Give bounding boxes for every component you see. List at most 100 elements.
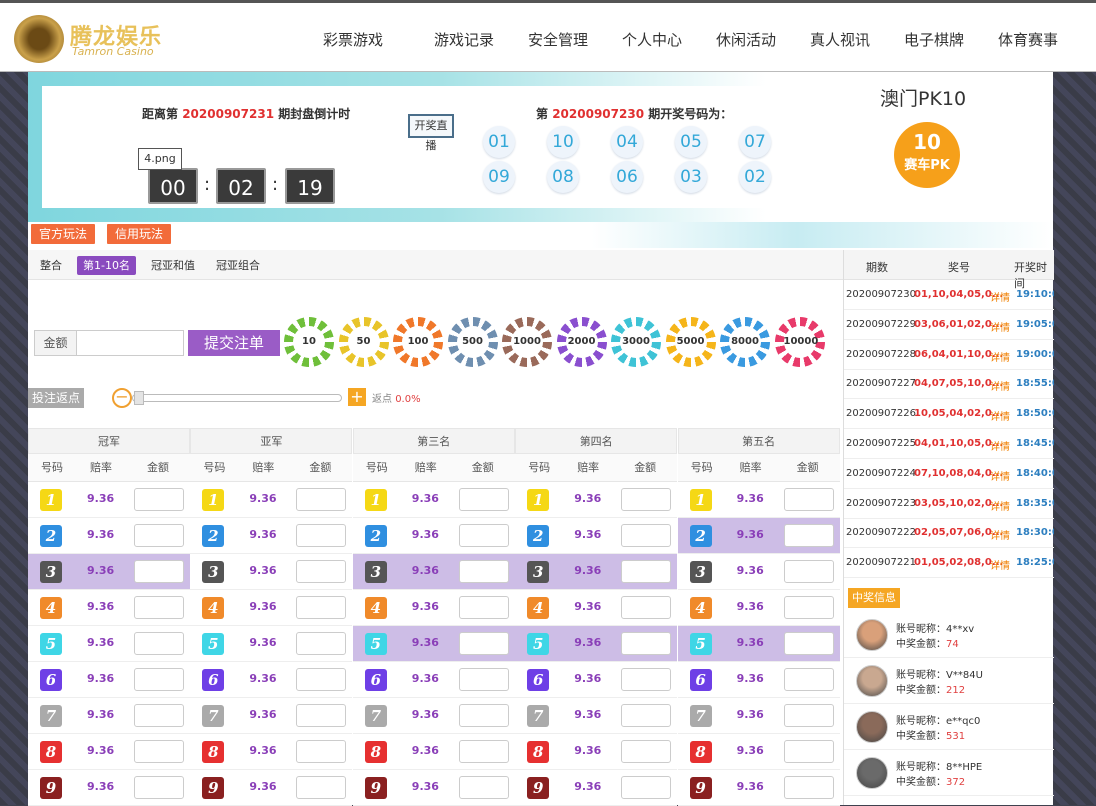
- bet-row[interactable]: 2 9.36: [515, 518, 678, 554]
- bet-amount-input[interactable]: [458, 524, 509, 547]
- nav-item-chess[interactable]: 电子棋牌: [904, 29, 964, 50]
- bet-amount-input[interactable]: [458, 740, 509, 763]
- bet-row[interactable]: 5 9.36: [515, 626, 678, 662]
- bet-amount-input[interactable]: [783, 560, 834, 583]
- bet-chip[interactable]: 5000: [665, 317, 716, 367]
- bet-row[interactable]: 5 9.36: [677, 626, 840, 662]
- bet-row[interactable]: 2 9.36: [677, 518, 840, 554]
- bet-row[interactable]: 1 9.36: [190, 482, 353, 518]
- bet-row[interactable]: 1 9.36: [677, 482, 840, 518]
- bet-row[interactable]: 4 9.36: [677, 590, 840, 626]
- bet-amount-input[interactable]: [783, 596, 834, 619]
- bet-row[interactable]: 3 9.36: [677, 554, 840, 590]
- bet-amount-input[interactable]: [296, 524, 347, 547]
- bet-row[interactable]: 8 9.36: [352, 734, 515, 770]
- submit-bet-button[interactable]: 提交注单: [188, 330, 280, 356]
- bet-chip[interactable]: 10000: [774, 317, 825, 367]
- bet-amount-input[interactable]: [134, 488, 184, 511]
- bet-amount-input[interactable]: [134, 740, 184, 763]
- bet-amount-input[interactable]: [621, 488, 672, 511]
- bet-row[interactable]: 2 9.36: [190, 518, 353, 554]
- history-detail-link[interactable]: 详情: [990, 527, 1010, 542]
- bet-row[interactable]: 1 9.36: [352, 482, 515, 518]
- bet-row[interactable]: 9 9.36: [28, 770, 190, 806]
- bet-amount-input[interactable]: [458, 488, 509, 511]
- nav-item-leisure[interactable]: 休闲活动: [716, 29, 776, 50]
- bet-row[interactable]: 3 9.36: [190, 554, 353, 590]
- bet-row[interactable]: 4 9.36: [352, 590, 515, 626]
- bet-row[interactable]: 4 9.36: [190, 590, 353, 626]
- history-detail-link[interactable]: 详情: [990, 557, 1010, 572]
- bet-row[interactable]: 4 9.36: [515, 590, 678, 626]
- bet-amount-input[interactable]: [296, 704, 347, 727]
- bet-amount-input[interactable]: [783, 488, 834, 511]
- bet-row[interactable]: 9 9.36: [677, 770, 840, 806]
- bet-amount-input[interactable]: [134, 524, 184, 547]
- slider-knob[interactable]: [134, 391, 144, 405]
- bet-amount-input[interactable]: [621, 596, 672, 619]
- bet-row[interactable]: 5 9.36: [190, 626, 353, 662]
- tab-combo[interactable]: 冠亚组合: [210, 256, 266, 275]
- bet-row[interactable]: 7 9.36: [28, 698, 190, 734]
- bet-row[interactable]: 4 9.36: [28, 590, 190, 626]
- bet-amount-input[interactable]: [783, 632, 834, 655]
- rebate-slider[interactable]: −: [112, 388, 342, 408]
- history-detail-link[interactable]: 详情: [990, 408, 1010, 423]
- bet-amount-input[interactable]: [621, 524, 672, 547]
- bet-row[interactable]: 8 9.36: [190, 734, 353, 770]
- history-detail-link[interactable]: 详情: [990, 349, 1010, 364]
- bet-amount-input[interactable]: [134, 596, 184, 619]
- bet-row[interactable]: 5 9.36: [352, 626, 515, 662]
- tab-rank-1-10[interactable]: 第1-10名: [77, 256, 136, 275]
- bet-row[interactable]: 9 9.36: [352, 770, 515, 806]
- history-detail-link[interactable]: 详情: [990, 289, 1010, 304]
- minus-icon[interactable]: −: [112, 388, 132, 408]
- slider-track[interactable]: [132, 394, 342, 402]
- bet-amount-input[interactable]: [134, 632, 184, 655]
- bet-row[interactable]: 7 9.36: [352, 698, 515, 734]
- history-detail-link[interactable]: 详情: [990, 319, 1010, 334]
- bet-row[interactable]: 2 9.36: [28, 518, 190, 554]
- brand-logo[interactable]: 腾龙娱乐 Tamron Casino: [14, 13, 164, 65]
- bet-chip[interactable]: 500: [447, 317, 498, 367]
- bet-amount-input[interactable]: [621, 668, 672, 691]
- nav-item-lottery[interactable]: 彩票游戏: [323, 29, 383, 50]
- bet-row[interactable]: 6 9.36: [515, 662, 678, 698]
- bet-row[interactable]: 7 9.36: [190, 698, 353, 734]
- bet-chip[interactable]: 50: [338, 317, 389, 367]
- bet-amount-input[interactable]: [296, 632, 347, 655]
- bet-row[interactable]: 2 9.36: [352, 518, 515, 554]
- plus-icon[interactable]: +: [348, 388, 366, 406]
- bet-row[interactable]: 6 9.36: [352, 662, 515, 698]
- nav-item-live[interactable]: 真人视讯: [810, 29, 870, 50]
- bet-amount-input[interactable]: [458, 596, 509, 619]
- bet-row[interactable]: 9 9.36: [190, 770, 353, 806]
- bet-row[interactable]: 3 9.36: [28, 554, 190, 590]
- bet-amount-input[interactable]: [458, 632, 509, 655]
- bet-row[interactable]: 6 9.36: [677, 662, 840, 698]
- bet-chip[interactable]: 10: [284, 317, 334, 367]
- mode-credit-button[interactable]: 信用玩法: [107, 224, 172, 244]
- bet-amount-input[interactable]: [783, 704, 834, 727]
- bet-amount-input[interactable]: [621, 560, 672, 583]
- bet-amount-input[interactable]: [783, 668, 834, 691]
- bet-chip[interactable]: 3000: [611, 317, 661, 367]
- nav-item-security[interactable]: 安全管理: [528, 29, 588, 50]
- bet-amount-input[interactable]: [621, 776, 672, 799]
- bet-amount-input[interactable]: [783, 740, 834, 763]
- nav-item-profile[interactable]: 个人中心: [622, 29, 682, 50]
- bet-row[interactable]: 7 9.36: [677, 698, 840, 734]
- history-detail-link[interactable]: 详情: [990, 468, 1010, 483]
- bet-amount-input[interactable]: [458, 776, 509, 799]
- bet-row[interactable]: 9 9.36: [515, 770, 678, 806]
- nav-item-records[interactable]: 游戏记录: [434, 29, 494, 50]
- bet-amount-input[interactable]: [458, 704, 509, 727]
- bet-chip[interactable]: 2000: [556, 317, 607, 367]
- bet-amount-input[interactable]: [134, 668, 184, 691]
- bet-amount-input[interactable]: [134, 776, 184, 799]
- bet-amount-input[interactable]: [621, 704, 672, 727]
- bet-amount-input[interactable]: [296, 668, 347, 691]
- bet-amount-input[interactable]: [458, 668, 509, 691]
- bet-row[interactable]: 3 9.36: [352, 554, 515, 590]
- mode-official-button[interactable]: 官方玩法: [31, 224, 96, 244]
